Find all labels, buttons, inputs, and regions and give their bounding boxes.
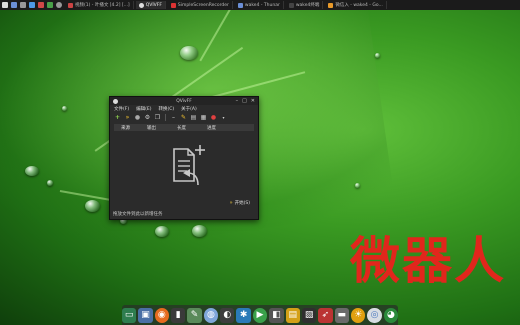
water-drop — [375, 53, 380, 58]
column-length[interactable]: 长度 — [177, 125, 207, 131]
weather-icon[interactable]: ☀ — [350, 307, 366, 323]
top-panel: 视频(1) - 叶播文 [4.2] [...] QVIVFF SimpleScr… — [0, 0, 520, 10]
toolbar: + » ● ⚙ ❐ – ✎ ▤ ▦ ● ▾ — [110, 112, 258, 122]
media-icon[interactable] — [37, 2, 44, 8]
taskbar-item[interactable]: SimpleScreenRecorder — [168, 1, 233, 9]
column-source[interactable]: 来源 — [121, 125, 147, 131]
globe-icon[interactable]: ◍ — [203, 307, 219, 323]
status-bar: 拖放文件到此以新增任务 — [113, 212, 163, 217]
watermark-text: 微器人 — [350, 232, 506, 290]
chrome-icon[interactable]: ◎ — [367, 307, 382, 323]
water-drop — [62, 106, 67, 111]
browser-icon — [328, 2, 334, 8]
taskbar-item[interactable]: wake4 - Thunar — [235, 1, 284, 9]
qvivff-icon — [138, 2, 144, 8]
file-manager-icon[interactable] — [10, 2, 17, 8]
taskbar-item-active[interactable]: QVIVFF — [135, 1, 166, 9]
menu-about[interactable]: 关于(A) — [181, 106, 197, 112]
video-icon — [68, 2, 73, 8]
task-list[interactable] — [114, 140, 254, 195]
toolbar-separator — [165, 113, 166, 121]
maximize-button[interactable]: □ — [242, 98, 247, 104]
water-drop — [25, 166, 39, 176]
qvivff-window: QVivFF – □ ✕ 文件(F) 编辑(E) 转换(C) 关于(A) + »… — [109, 96, 259, 220]
clear-icon[interactable]: ✎ — [180, 114, 187, 121]
menu-file[interactable]: 文件(F) — [114, 106, 129, 112]
start-button[interactable]: » 开始(S) — [230, 200, 250, 206]
water-drop — [355, 183, 360, 188]
record-icon[interactable]: ● — [134, 114, 141, 121]
taskbar-item[interactable]: wake4终端 — [286, 1, 324, 9]
remove-icon[interactable]: – — [170, 114, 177, 121]
water-drop — [180, 46, 198, 60]
chevron-down-icon[interactable]: ▾ — [220, 114, 227, 121]
copy-icon[interactable]: ❐ — [154, 114, 161, 121]
minimize-button[interactable]: – — [236, 98, 239, 104]
save-icon[interactable]: ▦ — [200, 114, 207, 121]
menu-convert[interactable]: 转换(C) — [158, 106, 174, 112]
column-output[interactable]: 输出 — [147, 125, 177, 131]
water-drop — [192, 225, 207, 237]
browser-icon[interactable] — [28, 2, 35, 8]
menu-icon[interactable] — [1, 2, 8, 8]
fast-forward-icon[interactable]: » — [124, 114, 131, 121]
water-drop — [47, 180, 53, 186]
water-drop — [85, 200, 100, 212]
drive-icon[interactable]: ▬ — [334, 307, 349, 323]
file-icon[interactable]: ▤ — [190, 114, 197, 121]
taskbar-item[interactable]: 视频(1) - 叶播文 [4.2] [...] — [65, 1, 134, 9]
settings-icon[interactable] — [55, 2, 62, 8]
dock: ▭ ▣ ◉ ▮ ✎ ◍ ◐ ✱ ▶ ◧ ▤ ▧ ➶ ▬ ☀ ◎ ◕ — [121, 305, 399, 325]
rocket-icon[interactable]: ➶ — [318, 307, 333, 323]
water-drop — [155, 226, 169, 237]
menu-edit[interactable]: 编辑(E) — [136, 106, 151, 112]
terminal-icon[interactable]: ▮ — [171, 307, 186, 323]
menu-bar: 文件(F) 编辑(E) 转换(C) 关于(A) — [110, 105, 258, 112]
network-icon[interactable]: ✱ — [236, 307, 251, 323]
media-icon[interactable]: ◐ — [220, 307, 235, 323]
image-viewer-icon[interactable]: ▧ — [301, 307, 317, 323]
camera-icon[interactable]: ◧ — [269, 307, 284, 323]
column-progress[interactable]: 进度 — [207, 125, 216, 131]
stop-icon[interactable]: ● — [210, 114, 217, 121]
taskbar-item[interactable]: 微信入 - wake4 - Go... — [325, 1, 387, 9]
start-icon: » — [229, 200, 233, 206]
folder-icon — [237, 2, 243, 8]
add-icon[interactable]: + — [114, 114, 121, 121]
app-launcher-icon[interactable]: ◕ — [383, 307, 399, 323]
close-button[interactable]: ✕ — [251, 98, 255, 104]
terminal-icon — [288, 2, 294, 8]
terminal-icon[interactable] — [19, 2, 26, 8]
play-icon[interactable]: ▶ — [252, 307, 268, 323]
monitor-icon[interactable]: ▣ — [138, 307, 153, 323]
editor-icon[interactable]: ✎ — [187, 307, 202, 323]
desktop-icon[interactable]: ▭ — [121, 307, 137, 323]
app-icon[interactable] — [46, 2, 53, 8]
gear-icon[interactable]: ⚙ — [144, 114, 151, 121]
add-file-icon — [173, 145, 205, 186]
task-table-header: 来源 输出 长度 进度 — [114, 124, 254, 131]
notes-icon[interactable]: ▤ — [285, 307, 300, 323]
recorder-icon — [170, 2, 176, 8]
window-titlebar[interactable]: QVivFF – □ ✕ — [110, 97, 258, 105]
firefox-icon[interactable]: ◉ — [154, 307, 170, 323]
